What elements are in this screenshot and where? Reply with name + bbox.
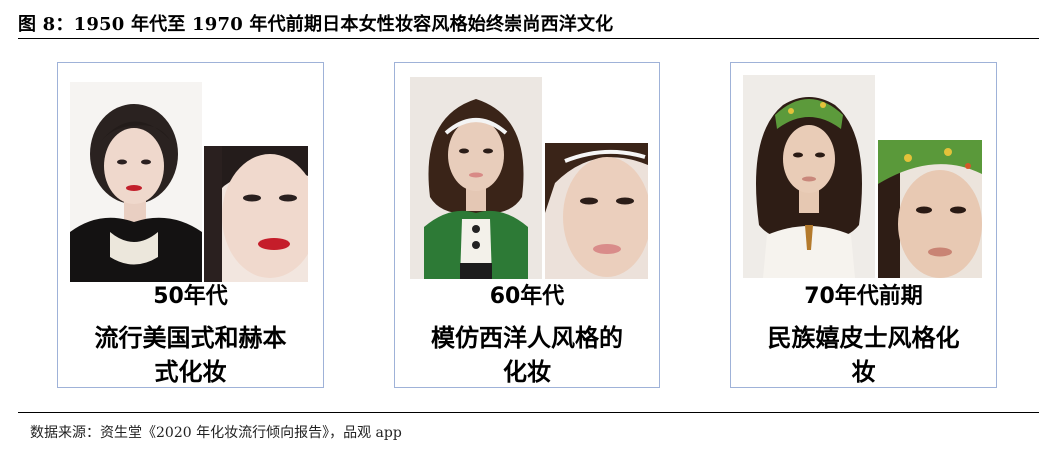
era-card-70s: 70年代前期 民族嬉皮士风格化 妆	[730, 62, 997, 388]
title-rule	[18, 38, 1039, 39]
era-description: 流行美国式和赫本 式化妆	[58, 321, 323, 389]
closeup-photo-50s	[204, 146, 308, 282]
description-line: 模仿西洋人风格的	[431, 324, 623, 352]
closeup-photo-60s	[545, 143, 648, 279]
portrait-photo-70s	[743, 75, 875, 278]
description-line: 民族嬉皮士风格化	[767, 324, 960, 352]
source-note: 数据来源：资生堂《2020 年化妆流行倾向报告》，品观 app	[30, 425, 402, 441]
era-card-60s: 60年代 模仿西洋人风格的 化妆	[394, 62, 660, 388]
portrait-photo-60s	[410, 77, 542, 279]
description-line: 化妆	[503, 358, 551, 386]
era-label: 50年代	[153, 284, 228, 309]
era-card-50s: 50年代 流行美国式和赫本 式化妆	[57, 62, 324, 388]
era-label: 70年代前期	[804, 284, 923, 309]
description-line: 流行美国式和赫本	[94, 324, 287, 352]
portrait-photo-50s	[70, 82, 202, 282]
description-line: 式化妆	[154, 358, 227, 386]
era-description: 民族嬉皮士风格化 妆	[731, 321, 996, 389]
description-line: 妆	[851, 358, 876, 386]
era-description: 模仿西洋人风格的 化妆	[395, 321, 659, 389]
source-rule	[18, 412, 1039, 413]
figure-title: 图 8：1950 年代至 1970 年代前期日本女性妆容风格始终崇尚西洋文化	[18, 14, 614, 35]
era-label: 60年代	[489, 284, 565, 309]
closeup-photo-70s	[878, 140, 982, 278]
